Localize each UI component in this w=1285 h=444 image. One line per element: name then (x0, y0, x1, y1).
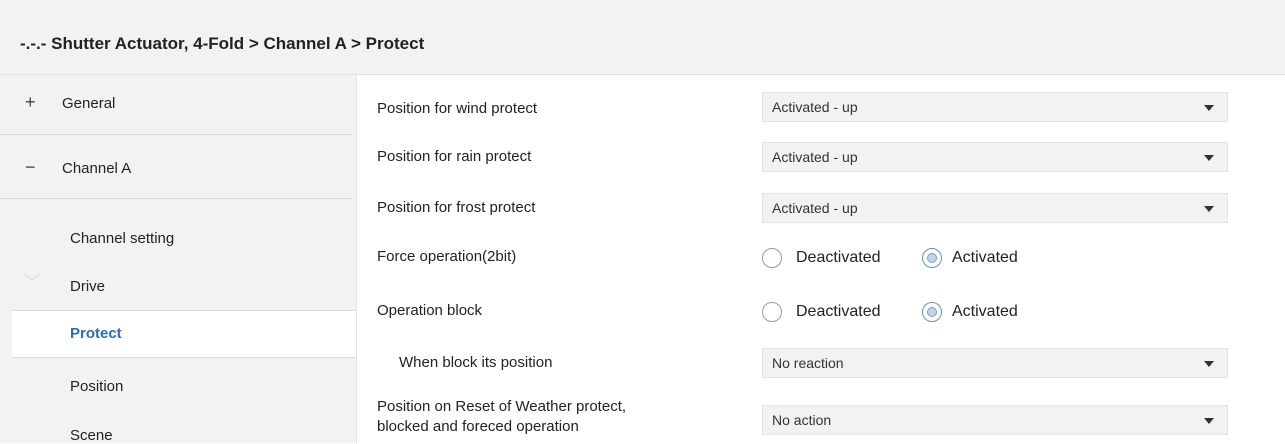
select-value: Activated - up (772, 99, 858, 115)
sidebar-item-position[interactable]: Position (70, 378, 123, 395)
radio-label[interactable]: Activated (952, 302, 1018, 322)
reset-position-select[interactable]: No action (762, 405, 1228, 435)
chevron-down-icon (1204, 418, 1214, 424)
chevron-down-icon (1204, 206, 1214, 212)
sidebar: + General − Channel A Channel setting Dr… (0, 75, 357, 444)
block-position-select[interactable]: No reaction (762, 348, 1228, 378)
rain-protect-select[interactable]: Activated - up (762, 142, 1228, 172)
sidebar-item-channel-setting[interactable]: Channel setting (70, 230, 174, 247)
param-label-rain: Position for rain protect (377, 148, 532, 165)
block-deactivated-radio[interactable] (762, 302, 782, 322)
chevron-down-icon (1204, 361, 1214, 367)
chevron-down-icon (1204, 105, 1214, 111)
header-bar: -.-.- Shutter Actuator, 4-Fold > Channel… (0, 0, 1285, 75)
force-activated-radio[interactable] (922, 248, 942, 268)
parameter-panel: Position for wind protect Activated - up… (357, 75, 1285, 443)
expand-icon[interactable]: + (25, 92, 36, 113)
collapse-icon[interactable]: − (25, 157, 36, 178)
param-label-reset-line1: Position on Reset of Weather protect, (377, 398, 627, 415)
param-label-frost: Position for frost protect (377, 199, 536, 216)
param-label-block: Operation block (377, 302, 483, 319)
block-activated-radio[interactable] (922, 302, 942, 322)
select-value: No reaction (772, 355, 844, 371)
param-label-wind: Position for wind protect (377, 100, 538, 117)
sidebar-item-protect[interactable]: Protect (12, 310, 356, 358)
param-label-force: Force operation(2bit) (377, 248, 517, 265)
param-label-reset-line2: blocked and foreced operation (377, 418, 579, 435)
force-deactivated-radio[interactable] (762, 248, 782, 268)
breadcrumb: -.-.- Shutter Actuator, 4-Fold > Channel… (20, 34, 425, 53)
frost-protect-select[interactable]: Activated - up (762, 193, 1228, 223)
sidebar-item-label: Channel A (62, 160, 132, 177)
sidebar-item-drive[interactable]: Drive (70, 278, 105, 295)
radio-label[interactable]: Deactivated (796, 302, 881, 322)
wind-protect-select[interactable]: Activated - up (762, 92, 1228, 122)
chevron-down-icon (1204, 155, 1214, 161)
select-value: Activated - up (772, 149, 858, 165)
select-value: Activated - up (772, 200, 858, 216)
divider (0, 134, 352, 135)
radio-label[interactable]: Activated (952, 248, 1018, 268)
select-value: No action (772, 412, 832, 428)
divider (0, 198, 352, 199)
sidebar-item-scene[interactable]: Scene (70, 427, 113, 444)
param-label-block-position: When block its position (399, 354, 553, 371)
sidebar-item-label: Protect (70, 325, 122, 342)
sidebar-item-label: General (62, 95, 116, 112)
radio-label[interactable]: Deactivated (796, 248, 881, 268)
